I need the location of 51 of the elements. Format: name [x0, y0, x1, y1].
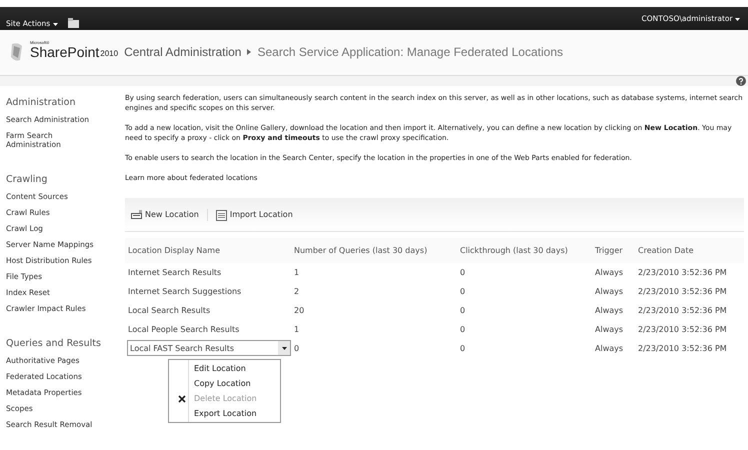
- breadcrumb-link[interactable]: Central Administration: [124, 45, 242, 60]
- table-cell-text: 0: [293, 343, 300, 355]
- dropdown-arrow-icon: [282, 346, 286, 350]
- breadcrumb-arrow-icon: [247, 49, 252, 56]
- delete-icon: [178, 394, 186, 402]
- toolbar-button[interactable]: New Location: [129, 210, 201, 220]
- table-cell-text: 1: [293, 324, 300, 336]
- help-icon[interactable]: [736, 76, 746, 86]
- sidebar-heading: Queries and Results: [6, 338, 102, 350]
- column-header: Creation Date: [635, 238, 744, 263]
- import-document-icon: [216, 208, 228, 220]
- table-cell-text: 2/23/2010 3:52:36 PM: [637, 286, 728, 298]
- sidebar-heading: Administration: [6, 97, 77, 109]
- sidebar-heading: Crawling: [6, 174, 48, 186]
- table-cell-text: 0: [459, 305, 466, 317]
- toolbar-button[interactable]: Import Location: [214, 208, 295, 220]
- menu-item[interactable]: Export Location: [169, 406, 280, 421]
- column-header: Location Display Name: [125, 238, 291, 263]
- column-header: Trigger: [592, 238, 635, 263]
- table-cell-text: Always: [594, 267, 624, 279]
- table-cell-text: 0: [459, 343, 466, 355]
- logo-year: 2010: [100, 49, 118, 58]
- table-cell-text: 2/23/2010 3:52:36 PM: [637, 324, 728, 336]
- column-header: Number of Queries (last 30 days): [291, 238, 457, 263]
- menu-item[interactable]: Edit Location: [169, 361, 280, 376]
- table-cell[interactable]: Local Search Results: [125, 301, 291, 320]
- table-cell[interactable]: Internet Search Results: [125, 263, 291, 282]
- new-document-icon: [131, 210, 143, 220]
- table-cell-text: Always: [594, 324, 624, 336]
- page-title: Search Service Application: Manage Federated Locations: [257, 45, 563, 60]
- caret-icon: [52, 22, 58, 26]
- location-dropdown[interactable]: Local FAST Search Results: [127, 340, 291, 356]
- caret-icon: [735, 18, 740, 21]
- table-cell-text: Always: [594, 286, 624, 298]
- menu-item[interactable]: Copy Location: [169, 376, 280, 391]
- folder-icon[interactable]: [68, 18, 80, 28]
- table-cell-text: 2: [293, 286, 300, 298]
- table-cell-text: 20: [293, 305, 306, 317]
- table-cell-text: Always: [594, 305, 624, 317]
- table-cell[interactable]: Local People Search Results: [125, 320, 291, 339]
- table-cell-text: 2/23/2010 3:52:36 PM: [637, 343, 728, 355]
- table-cell[interactable]: Internet Search Suggestions: [125, 282, 291, 301]
- table-cell-text: 2/23/2010 3:52:36 PM: [637, 267, 728, 279]
- table-cell-text: 0: [459, 324, 466, 336]
- table-cell-text: 0: [459, 286, 466, 298]
- table-cell-text: 0: [459, 267, 466, 279]
- table-cell-text: Always: [594, 343, 624, 355]
- logo-icon: [10, 42, 24, 62]
- table-cell-text: 1: [293, 267, 300, 279]
- column-header: Clickthrough (last 30 days): [457, 238, 592, 263]
- table-cell-text: 2/23/2010 3:52:36 PM: [637, 305, 728, 317]
